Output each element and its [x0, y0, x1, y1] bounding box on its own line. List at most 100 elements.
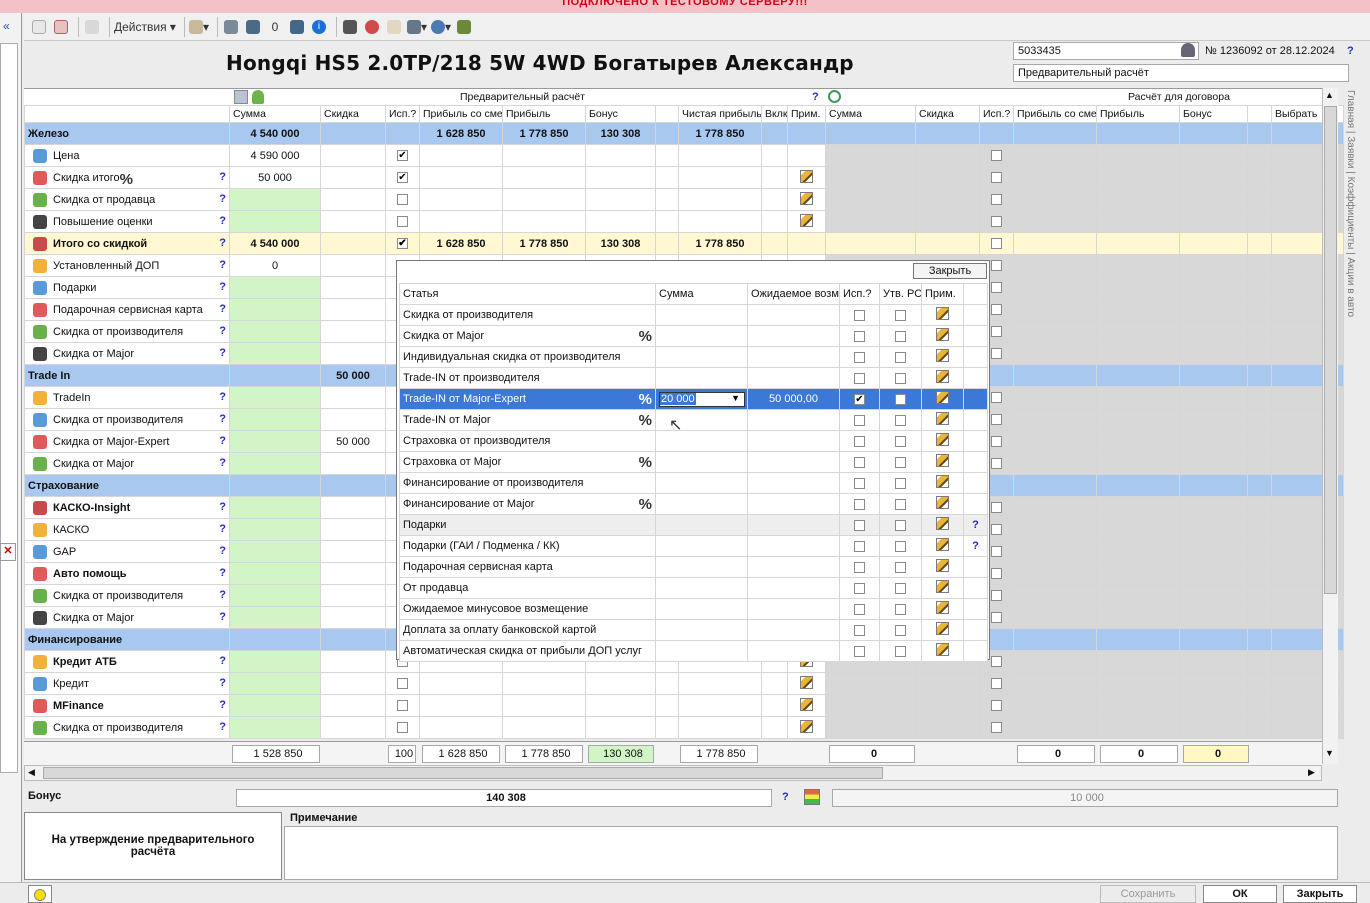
rcell-used[interactable] [979, 122, 1014, 145]
popup-row[interactable]: Подарки (ГАИ / Подменка / КК)? [399, 535, 988, 557]
popup-edit-icon[interactable] [936, 328, 949, 341]
popup-used-checkbox[interactable] [854, 498, 865, 510]
popup-row[interactable]: Финансирование от производителя [399, 472, 988, 494]
row-help-icon[interactable]: ? [219, 545, 226, 557]
cell-sum[interactable] [229, 386, 321, 409]
rused-checkbox[interactable] [991, 216, 1002, 228]
tools-icon[interactable]: ▾ [188, 17, 209, 37]
cell-note[interactable] [787, 188, 826, 211]
row-help-icon[interactable]: ? [219, 611, 226, 623]
cell-used[interactable] [385, 122, 420, 145]
cell-sum[interactable] [229, 716, 321, 739]
user-icon[interactable] [1181, 43, 1195, 57]
edit-note-icon[interactable] [800, 675, 813, 689]
rcell-discount[interactable] [915, 166, 980, 189]
col-profit[interactable]: Прибыль [502, 105, 586, 123]
delete-doc-icon[interactable] [52, 17, 70, 37]
rused-checkbox[interactable] [991, 568, 1002, 580]
popup-help-icon[interactable] [963, 472, 988, 494]
table-row[interactable]: Цена 4 590 000 ✔ [24, 144, 1344, 167]
used-checkbox[interactable] [397, 700, 408, 712]
calc-mode-select[interactable]: Предварительный расчёт [1013, 64, 1349, 82]
cell-discount[interactable] [320, 122, 386, 145]
rcell-discount[interactable] [915, 210, 980, 233]
popup-approved-checkbox[interactable] [895, 414, 906, 426]
rcol-profit[interactable]: Прибыль [1096, 105, 1180, 123]
row-help-icon[interactable]: ? [219, 259, 226, 271]
popup-row[interactable]: Подарки? [399, 514, 988, 536]
pcol-note[interactable]: Прим. [921, 283, 964, 305]
cell-discount[interactable] [320, 342, 386, 365]
popup-edit-icon[interactable] [936, 433, 949, 446]
popup-help-icon[interactable] [963, 451, 988, 473]
approve-button[interactable]: На утверждение предварительного расчёта [24, 812, 282, 880]
pcol-used[interactable]: Исп.? [839, 283, 880, 305]
rcell-sum[interactable] [825, 232, 916, 255]
scroll-up-icon[interactable]: ▲ [1325, 90, 1334, 100]
used-checkbox[interactable] [397, 722, 408, 734]
row-help-icon[interactable]: ? [219, 523, 226, 535]
popup-approved-checkbox[interactable] [895, 351, 906, 363]
cell-sum[interactable] [229, 540, 321, 563]
edit-note-icon[interactable] [800, 697, 813, 711]
popup-row[interactable]: Подарочная сервисная карта [399, 556, 988, 578]
cell-discount[interactable] [320, 452, 386, 475]
new-doc-icon[interactable] [30, 17, 48, 37]
cell-sum[interactable] [229, 606, 321, 629]
col-sum[interactable]: Сумма [229, 105, 321, 123]
rcell-sum[interactable] [825, 210, 916, 233]
cell-discount[interactable] [320, 166, 386, 189]
popup-edit-icon[interactable] [936, 349, 949, 362]
row-help-icon[interactable]: ? [219, 457, 226, 469]
popup-approved-checkbox[interactable] [895, 603, 906, 615]
popup-row[interactable]: Страховка от производителя [399, 430, 988, 452]
row-help-icon[interactable]: ? [219, 193, 226, 205]
cell-discount[interactable]: 50 000 [320, 430, 386, 453]
rcell-sum[interactable] [825, 188, 916, 211]
popup-help-icon[interactable] [963, 619, 988, 641]
rcell-used[interactable] [979, 210, 1014, 233]
cell-sum[interactable]: 0 [229, 254, 321, 277]
popup-row[interactable]: Финансирование от Major% [399, 493, 988, 515]
popup-help-icon[interactable] [963, 325, 988, 347]
cell-note[interactable] [787, 122, 826, 145]
cell-discount[interactable] [320, 694, 386, 717]
prelim-help-icon[interactable]: ? [812, 91, 819, 103]
popup-row[interactable]: Автоматическая скидка от прибыли ДОП усл… [399, 640, 988, 662]
film-icon[interactable] [288, 17, 306, 37]
col-net-profit[interactable]: Чистая прибыль [678, 105, 762, 123]
row-help-icon[interactable]: ? [219, 677, 226, 689]
popup-approved-checkbox[interactable] [895, 645, 906, 657]
hscroll-thumb[interactable] [43, 767, 883, 779]
row-help-icon[interactable]: ? [219, 237, 226, 249]
left-collapsed-panel[interactable]: « ✕ [0, 13, 22, 902]
used-checkbox[interactable] [397, 194, 408, 206]
order-id-field[interactable]: 5033435 [1013, 42, 1199, 60]
rcell-discount[interactable] [915, 144, 980, 167]
cell-sum[interactable]: 50 000 [229, 166, 321, 189]
rcell-used[interactable] [979, 694, 1014, 717]
used-checkbox[interactable]: ✔ [397, 172, 408, 184]
collapse-left-icon[interactable]: « [3, 19, 10, 33]
popup-used-checkbox[interactable] [854, 330, 865, 342]
row-help-icon[interactable]: ? [219, 721, 226, 733]
cell-sum[interactable] [229, 474, 321, 497]
cell-sum[interactable] [229, 452, 321, 475]
cell-used[interactable] [385, 210, 420, 233]
cell-discount[interactable] [320, 188, 386, 211]
vertical-scrollbar[interactable]: ▲ ▼ [1322, 88, 1338, 764]
cell-used[interactable] [385, 672, 420, 695]
cell-discount[interactable] [320, 144, 386, 167]
pcol-expected[interactable]: Ожидаемое возм [747, 283, 840, 305]
rcell-used[interactable] [979, 232, 1014, 255]
cell-used[interactable] [385, 716, 420, 739]
percent-icon[interactable]: % [639, 496, 652, 513]
col-profit-sme[interactable]: Прибыль со сме [419, 105, 503, 123]
rused-checkbox[interactable] [991, 612, 1002, 624]
cell-discount[interactable] [320, 650, 386, 673]
row-help-icon[interactable]: ? [219, 435, 226, 447]
popup-help-icon[interactable] [963, 346, 988, 368]
popup-row[interactable]: Ожидаемое минусовое возмещение [399, 598, 988, 620]
camera-icon[interactable] [222, 17, 240, 37]
cell-discount[interactable] [320, 716, 386, 739]
